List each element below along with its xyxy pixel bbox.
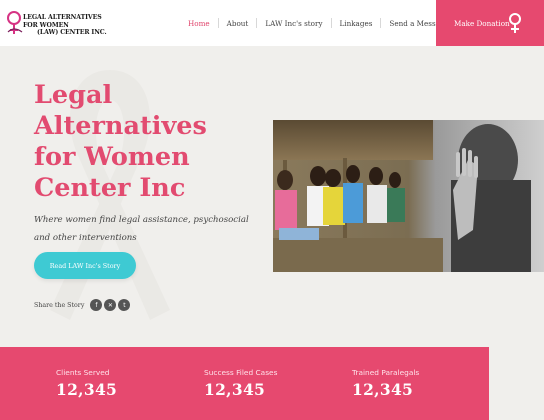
hero-subtitle-line: and other interventions <box>34 233 137 243</box>
site-header: LEGAL ALTERNATIVES FOR WOMEN (LAW) CENTE… <box>0 0 544 46</box>
hero-photo-illustration <box>273 120 544 272</box>
hero-subtitle: Where women find legal assistance, psych… <box>34 211 264 247</box>
tumblr-icon[interactable]: t <box>118 299 131 311</box>
nav-item-linkages[interactable]: Linkages <box>332 19 381 28</box>
share-label: Share the Story <box>34 301 85 309</box>
donate-label: Make Donation <box>454 18 510 28</box>
hero-title-line: for Women <box>34 142 190 172</box>
stat-label: Success Filed Cases <box>204 368 278 377</box>
make-donation-button[interactable]: Make Donation <box>436 0 544 46</box>
logo-line-1: LEGAL ALTERNATIVES FOR WOMEN <box>23 14 102 29</box>
stat-label: Trained Paralegals <box>352 368 420 377</box>
stat-value: 12,345 <box>204 380 266 399</box>
hero-title-line: Alternatives <box>34 111 207 141</box>
nav-item-law-story[interactable]: LAW Inc's story <box>257 19 330 28</box>
stat-value: 12,345 <box>56 380 118 399</box>
hero-title-line: Center Inc <box>34 173 186 203</box>
stat-label: Clients Served <box>56 368 110 377</box>
share-bar: Share the Story f ✕ t <box>34 299 131 311</box>
hero-subtitle-line: Where women find legal assistance, psych… <box>34 215 249 225</box>
nav-item-home[interactable]: Home <box>180 19 218 28</box>
nav-item-about[interactable]: About <box>219 19 257 28</box>
site-logo[interactable]: LEGAL ALTERNATIVES FOR WOMEN (LAW) CENTE… <box>6 10 116 36</box>
female-symbol-icon <box>509 13 521 33</box>
stats-bar: Clients Served 12,345 Success Filed Case… <box>0 347 489 420</box>
hero-photo <box>273 120 544 272</box>
hero-title-line: Legal <box>34 80 113 110</box>
stat-value: 12,345 <box>352 380 414 399</box>
x-icon[interactable]: ✕ <box>104 299 117 311</box>
facebook-icon[interactable]: f <box>90 299 103 311</box>
main-nav: Home About LAW Inc's story Linkages Send… <box>180 0 457 46</box>
read-story-button[interactable]: Read LAW Inc's Story <box>34 252 136 279</box>
logo-text: LEGAL ALTERNATIVES FOR WOMEN (LAW) CENTE… <box>23 14 118 37</box>
hero-title: Legal Alternatives for Women Center Inc <box>34 80 264 204</box>
logo-line-2: (LAW) CENTER INC. <box>37 29 107 36</box>
